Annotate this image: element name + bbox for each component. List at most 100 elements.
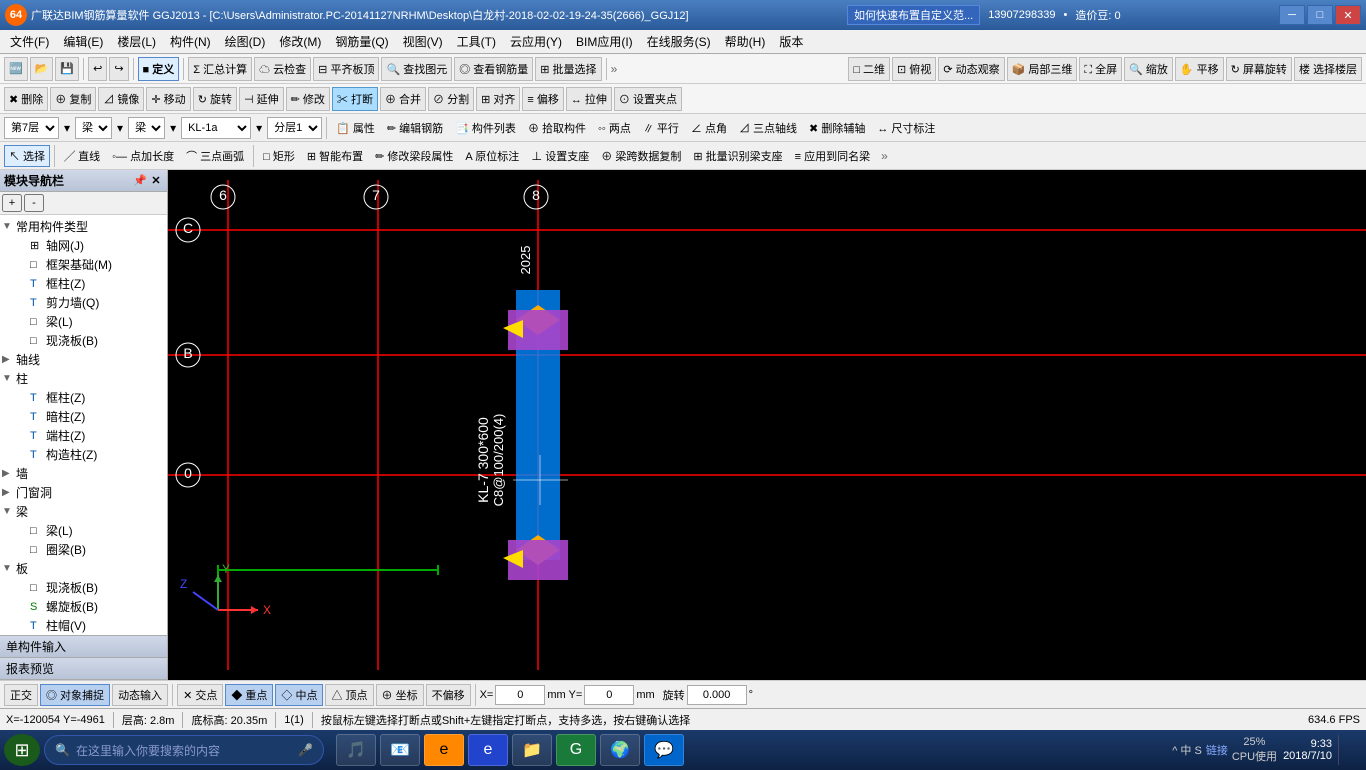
tree-slab-section[interactable]: ▼ 板 <box>2 559 165 578</box>
select-button[interactable]: ↖ 选择 <box>4 145 50 167</box>
offset-button[interactable]: ≡ 偏移 <box>522 87 563 111</box>
menu-tools[interactable]: 工具(T) <box>451 31 502 52</box>
delete-aux-button[interactable]: ✖ 删除辅轴 <box>804 117 870 139</box>
define-button[interactable]: ■ 定义 <box>138 57 180 81</box>
floor-select[interactable]: 第7层 <box>4 117 59 139</box>
zoom-button[interactable]: 🔍 缩放 <box>1124 57 1173 81</box>
x-input[interactable] <box>495 685 545 705</box>
dynamic-view-button[interactable]: ⟳ 动态观察 <box>938 57 1004 81</box>
taskbar-app-files[interactable]: 📁 <box>512 734 552 766</box>
tree-cast-slab[interactable]: □现浇板(B) <box>16 578 165 597</box>
split-button[interactable]: ⊘ 分割 <box>428 87 474 111</box>
align-slab-button[interactable]: ⊟ 平齐板顶 <box>313 57 379 81</box>
dynamic-input-button[interactable]: 动态输入 <box>112 684 168 706</box>
set-support-button[interactable]: ⊥ 设置支座 <box>526 145 594 167</box>
find-elem-button[interactable]: 🔍 查找图元 <box>381 57 452 81</box>
modify-button[interactable]: ✏ 修改 <box>286 87 330 111</box>
menu-edit[interactable]: 编辑(E) <box>57 31 109 52</box>
tree-door-section[interactable]: ▶ 门窗洞 <box>2 483 165 502</box>
set-grip-button[interactable]: ⊙ 设置夹点 <box>614 87 682 111</box>
two-point-button[interactable]: ◦◦ 两点 <box>593 117 636 139</box>
calc-button[interactable]: Σ 汇总计算 <box>188 57 252 81</box>
tree-column-section[interactable]: ▼ 柱 <box>2 369 165 388</box>
tree-end-col[interactable]: T端柱(Z) <box>16 426 165 445</box>
menu-online[interactable]: 在线服务(S) <box>641 31 717 52</box>
in-situ-mark-button[interactable]: A 原位标注 <box>460 145 524 167</box>
menu-help[interactable]: 帮助(H) <box>719 31 772 52</box>
midpoint-snap[interactable]: ◆ 重点 <box>225 684 273 706</box>
three-point-arc-button[interactable]: ⌒ 三点画弧 <box>181 145 249 167</box>
open-button[interactable]: 📂 <box>30 57 54 81</box>
vertex-snap[interactable]: △ 顶点 <box>325 684 373 706</box>
modify-beam-seg-button[interactable]: ✏ 修改梁段属性 <box>370 145 458 167</box>
batch-select-button[interactable]: ⊞ 批量选择 <box>535 57 601 81</box>
tree-common-types[interactable]: ▼ 常用构件类型 <box>2 217 165 236</box>
smart-layout-button[interactable]: ⊞ 智能布置 <box>302 145 368 167</box>
tree-hidden-col[interactable]: T暗柱(Z) <box>16 407 165 426</box>
tree-axis[interactable]: ⊞轴网(J) <box>16 236 165 255</box>
edit-rebar-button[interactable]: ✏ 编辑钢筋 <box>382 117 448 139</box>
menu-modify[interactable]: 修改(M) <box>273 31 327 52</box>
menu-version[interactable]: 版本 <box>773 31 809 52</box>
rotate-input[interactable] <box>687 685 747 705</box>
new-button[interactable]: 🆕 <box>4 57 28 81</box>
element-type-select[interactable]: 梁 <box>75 117 112 139</box>
extend-button[interactable]: ⊣ 延伸 <box>239 87 284 111</box>
no-offset-button[interactable]: 不偏移 <box>426 684 471 706</box>
pan-button[interactable]: ✋ 平移 <box>1175 57 1224 81</box>
properties-button[interactable]: 📋 属性 <box>331 117 380 139</box>
panel-pin-icon[interactable]: 📌 <box>133 174 147 188</box>
tree-ring-beam[interactable]: □圈梁(B) <box>16 540 165 559</box>
remove-icon[interactable]: - <box>24 194 44 212</box>
undo-button[interactable]: ↩ <box>88 57 107 81</box>
local-3d-button[interactable]: 📦 局部三维 <box>1007 57 1078 81</box>
menu-view[interactable]: 视图(V) <box>397 31 449 52</box>
view-2d-button[interactable]: □ 二维 <box>848 57 890 81</box>
tree-struct-col[interactable]: T构造柱(Z) <box>16 445 165 464</box>
rectangle-button[interactable]: □ 矩形 <box>258 145 300 167</box>
taskbar-app-mail[interactable]: 📧 <box>380 734 420 766</box>
align-button[interactable]: ⊞ 对齐 <box>476 87 520 111</box>
show-desktop[interactable] <box>1338 735 1358 765</box>
dim-note-button[interactable]: ↔ 尺寸标注 <box>872 117 940 139</box>
tree-beam-section[interactable]: ▼ 梁 <box>2 502 165 521</box>
tree-slab-common[interactable]: □现浇板(B) <box>16 331 165 350</box>
menu-bim[interactable]: BIM应用(I) <box>570 31 639 52</box>
select-floor-button[interactable]: 楼 选择楼层 <box>1294 57 1362 81</box>
add-icon[interactable]: + <box>2 194 22 212</box>
tree-frame-col[interactable]: T框柱(Z) <box>16 388 165 407</box>
tree-cap[interactable]: T柱帽(V) <box>16 616 165 635</box>
component-list-button[interactable]: 📑 构件列表 <box>450 117 521 139</box>
minimize-button[interactable]: ─ <box>1279 5 1305 25</box>
taskbar-app-excel[interactable]: G <box>556 734 596 766</box>
intersection-snap[interactable]: ✕ 交点 <box>177 684 223 706</box>
pick-component-button[interactable]: ⊕ 拾取构件 <box>523 117 591 139</box>
taskbar-app-browser1[interactable]: e <box>424 734 464 766</box>
break-button[interactable]: ✂ 打断 <box>332 87 378 111</box>
element-name-select[interactable]: KL-1a <box>181 117 251 139</box>
tree-col-z[interactable]: T框柱(Z) <box>16 274 165 293</box>
tree-axis-section[interactable]: ▶ 轴线 <box>2 350 165 369</box>
copy-button[interactable]: ⊕ 复制 <box>50 87 96 111</box>
stretch-button[interactable]: ↔ 拉伸 <box>566 87 612 111</box>
report-preview-button[interactable]: 报表预览 <box>0 658 167 680</box>
single-component-button[interactable]: 单构件输入 <box>0 636 167 658</box>
menu-floor[interactable]: 楼层(L) <box>111 31 162 52</box>
fullscreen-button[interactable]: ⛶ 全屏 <box>1079 57 1122 81</box>
delete-button[interactable]: ✖ 删除 <box>4 87 48 111</box>
level-select[interactable]: 分层1 <box>267 117 322 139</box>
parallel-button[interactable]: ∥ 平行 <box>638 117 684 139</box>
tree-foundation[interactable]: □框架基础(M) <box>16 255 165 274</box>
canvas-area[interactable]: KL-7 300*600 C8@100/200(4) 2025 6 7 8 C … <box>168 170 1366 680</box>
close-button[interactable]: ✕ <box>1335 5 1361 25</box>
ortho-button[interactable]: 正交 <box>4 684 38 706</box>
point-angle-button[interactable]: ∠ 点角 <box>686 117 732 139</box>
tree-shear-wall[interactable]: T剪力墙(Q) <box>16 293 165 312</box>
system-time[interactable]: 9:33 2018/7/10 <box>1283 738 1332 762</box>
line-button[interactable]: ╱ 直线 <box>59 145 105 167</box>
view-top-button[interactable]: ⊡ 俯视 <box>892 57 936 81</box>
batch-identify-support-button[interactable]: ⊞ 批量识别梁支座 <box>688 145 787 167</box>
coord-snap[interactable]: ⊕ 坐标 <box>376 684 424 706</box>
cloud-help-button[interactable]: 如何快速布置自定义范... <box>847 5 980 25</box>
three-point-axis-button[interactable]: ⊿ 三点轴线 <box>734 117 802 139</box>
